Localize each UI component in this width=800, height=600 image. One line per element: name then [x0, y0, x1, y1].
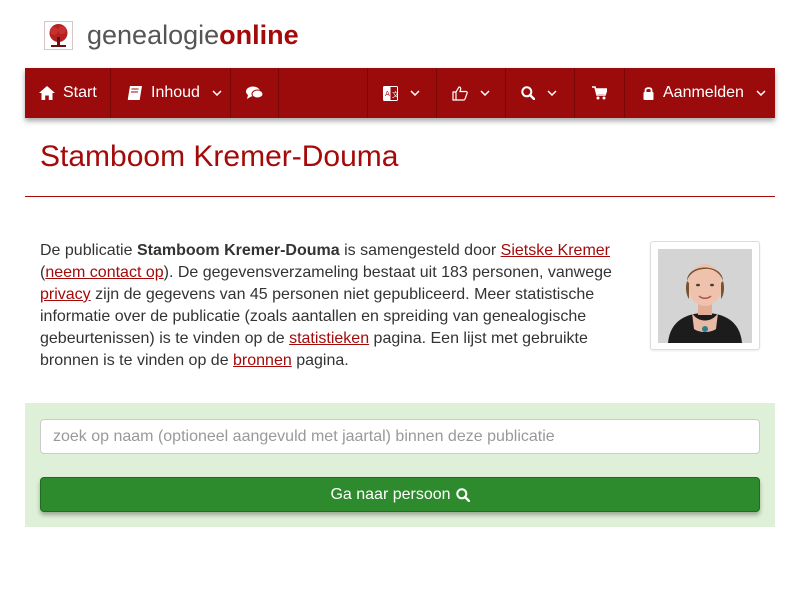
go-to-person-button[interactable]: Ga naar persoon [40, 477, 760, 512]
intro-text: is samengesteld door [339, 242, 501, 259]
chevron-down-icon [212, 90, 222, 96]
statistics-link[interactable]: statistieken [289, 330, 369, 347]
brand-name: genealogieonline [87, 20, 299, 51]
sources-link[interactable]: bronnen [233, 352, 292, 369]
nav-language[interactable]: A文 [368, 68, 437, 118]
search-icon [455, 487, 470, 502]
intro-text: De publicatie [40, 242, 137, 259]
privacy-link[interactable]: privacy [40, 286, 91, 303]
author-link[interactable]: Sietske Kremer [501, 242, 610, 259]
nav-start[interactable]: Start [25, 68, 111, 118]
nav-start-label: Start [63, 84, 97, 101]
comments-icon [246, 86, 263, 100]
home-icon [39, 86, 55, 100]
publication-name: Stamboom Kremer-Douma [136, 242, 340, 259]
person-search-panel: Ga naar persoon [25, 403, 775, 527]
intro-text: pagina. [291, 352, 349, 369]
author-photo [658, 249, 752, 343]
chevron-down-icon [410, 90, 420, 96]
thumbs-up-icon [452, 85, 468, 101]
chevron-down-icon [756, 90, 766, 96]
search-icon [521, 86, 535, 100]
contact-link[interactable]: neem contact op [45, 264, 163, 281]
go-to-person-label: Ga naar persoon [330, 485, 451, 503]
chevron-down-icon [547, 90, 557, 96]
book-icon [127, 86, 143, 100]
tree-icon [44, 20, 73, 50]
nav-search[interactable] [506, 68, 575, 118]
nav-inhoud-label: Inhoud [151, 84, 200, 101]
nav-login-label: Aanmelden [663, 84, 744, 101]
nav-login[interactable]: Aanmelden [625, 68, 775, 118]
nav-spacer [279, 68, 368, 118]
nav-inhoud[interactable]: Inhoud [111, 68, 231, 118]
chevron-down-icon [480, 90, 490, 96]
brand-name-bold: online [219, 19, 299, 50]
page-title: Stamboom Kremer-Douma [40, 140, 399, 173]
nav-shop[interactable] [575, 68, 625, 118]
svg-text:A: A [385, 90, 390, 98]
nav-forum[interactable] [231, 68, 279, 118]
lock-icon [643, 86, 654, 100]
person-search-input[interactable] [40, 419, 760, 454]
nav-share[interactable] [437, 68, 506, 118]
cart-icon [592, 86, 607, 100]
svg-text:文: 文 [392, 90, 398, 99]
author-photo-frame[interactable] [650, 241, 760, 350]
brand-name-light: genealogie [87, 19, 220, 50]
intro-text: ). De gegevensverzameling bestaat uit 18… [163, 264, 612, 281]
language-icon: A文 [383, 85, 398, 101]
site-brand[interactable]: genealogieonline [44, 18, 299, 52]
main-navbar: Start Inhoud A文 Aanmelden [25, 68, 775, 118]
title-divider [25, 196, 775, 197]
publication-intro: De publicatie Stamboom Kremer-Douma is s… [40, 240, 620, 372]
